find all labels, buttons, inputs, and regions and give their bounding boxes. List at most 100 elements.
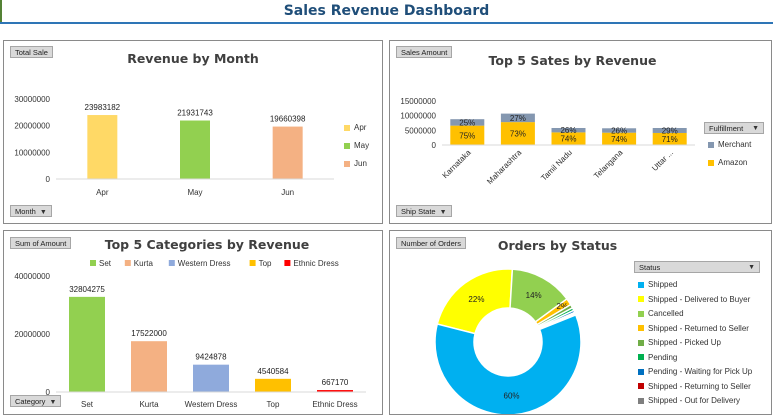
data-label-merchant-maharashtra: 27% — [510, 114, 526, 123]
month-axis-button[interactable]: Month ▼ — [10, 205, 52, 217]
legend-label-cancelled: Cancelled — [648, 309, 684, 318]
legend-label-shipped-picked-up: Shipped - Picked Up — [648, 338, 721, 347]
y-tick-label: 5000000 — [405, 126, 437, 135]
chevron-down-icon: ▼ — [748, 264, 755, 271]
legend-item-may: May — [344, 141, 369, 150]
y-tick-label: 15000000 — [400, 97, 436, 106]
data-label-merchant-telangana: 26% — [611, 126, 627, 135]
bar-kurta — [131, 341, 167, 392]
legend-swatch-amazon — [708, 159, 714, 166]
fulfillment-legend-button[interactable]: Fulfillment ▼ — [704, 122, 764, 134]
slice-label-cancelled: 14% — [526, 291, 542, 300]
legend-label-pending-waiting-for-pick-up: Pending - Waiting for Pick Up — [648, 367, 753, 376]
legend-swatch-shipped-delivered-to-buyer — [638, 296, 644, 303]
legend-label-shipped: Shipped — [648, 280, 678, 289]
bar-top — [255, 378, 291, 392]
y-tick-label: 20000000 — [14, 330, 50, 339]
legend-label-amazon: Amazon — [718, 158, 748, 167]
legend-swatch-merchant — [708, 141, 714, 148]
legend-label-shipped-delivered-to-buyer: Shipped - Delivered to Buyer — [648, 294, 751, 304]
legend-swatch-ethnic-dress — [284, 260, 291, 266]
month-axis-label: Month — [15, 207, 36, 216]
x-tick-label-telangana: Telangana — [592, 148, 625, 181]
legend-label-pending: Pending — [648, 352, 678, 362]
legend-item-apr: Apr — [344, 123, 366, 132]
legend-item-shipped-returning-to-seller: Shipped - Returning to Seller — [638, 382, 751, 391]
status-legend-button[interactable]: Status ▼ — [634, 261, 760, 273]
x-tick-label-may: May — [187, 188, 202, 197]
legend-swatch-shipped-out-for-delivery — [638, 397, 644, 404]
legend-swatch-shipped — [638, 281, 644, 288]
top-categories-chart: 02000000040000000Set Kurta Western Dress To… — [14, 259, 366, 409]
x-tick-label-jun: Jun — [281, 188, 294, 197]
legend-swatch-shipped-returned-to-seller — [638, 325, 644, 332]
x-tick-label-western-dress: Western Dress — [185, 400, 238, 409]
legend-label-ethnic-dress: Ethnic Dress — [293, 259, 338, 268]
legend-item-pending-waiting-for-pick-up: Pending - Waiting for Pick Up — [638, 367, 752, 376]
status-legend-title: Status — [639, 263, 661, 272]
legend-label-top: Top — [259, 259, 272, 268]
legend-swatch-set — [90, 260, 96, 266]
chevron-down-icon: ▼ — [39, 209, 47, 216]
data-label-ethnic-dress: 667170 — [322, 378, 349, 387]
legend-label-merchant: Merchant — [718, 140, 752, 149]
data-label-apr: 23983182 — [85, 103, 121, 112]
legend-label-shipped-returned-to-seller: Shipped - Returned to Seller — [648, 323, 749, 333]
orders-by-status-panel: Number of Orders Orders by Status 22% 14%… — [389, 230, 772, 415]
top-categories-panel: Sum of Amount Top 5 Categories by Revenu… — [3, 230, 383, 415]
legend-label-shipped-returning-to-seller: Shipped - Returning to Seller — [648, 381, 751, 391]
y-tick-label: 0 — [432, 141, 437, 150]
x-tick-label-ethnic-dress: Ethnic Dress — [312, 400, 357, 409]
bar-may — [180, 120, 210, 179]
data-label-amazon-karnataka: 75% — [459, 131, 475, 140]
x-tick-label-set: Set — [81, 400, 94, 409]
legend-item-cancelled: Cancelled — [638, 309, 684, 318]
x-tick-label-apr: Apr — [96, 188, 109, 197]
legend-swatch-cancelled — [638, 310, 644, 317]
slice-label-shipped: 60% — [504, 391, 520, 400]
legend-item-shipped-returned-to-seller: Shipped - Returned to Seller — [638, 324, 749, 333]
dashboard-title: Sales Revenue Dashboard — [283, 3, 490, 19]
data-label-amazon-maharashtra: 73% — [510, 130, 526, 139]
x-tick-label-karnataka: Karnataka — [441, 148, 474, 181]
category-axis-button[interactable]: Category ▼ — [10, 395, 62, 407]
data-label-merchant-uttar: 29% — [662, 126, 678, 135]
data-label-western-dress: 9424878 — [195, 353, 227, 362]
bar-set — [69, 296, 105, 392]
legend-label-set: Set — [99, 259, 112, 268]
legend-swatch-kurta — [124, 260, 131, 266]
revenue-by-month-chart: 0 10000000 20000000 30000000 23983182 Apr 2193… — [14, 95, 334, 197]
legend-swatch-jun — [344, 160, 350, 167]
data-label-kurta: 17522000 — [131, 329, 167, 338]
legend-item-shipped: Shipped — [638, 280, 677, 289]
legend-item-pending: Pending — [638, 353, 677, 362]
slice-label-shipped-delivered-to-buyer: 22% — [468, 295, 484, 304]
legend-item-jun: Jun — [344, 159, 367, 168]
chevron-down-icon: ▼ — [752, 125, 759, 132]
data-label-amazon-telangana: 74% — [611, 135, 627, 144]
filter-icon: ▼ — [49, 399, 57, 406]
legend-label-may: May — [354, 141, 370, 150]
legend-label-apr: Apr — [354, 123, 367, 132]
legend-swatch-top — [249, 260, 256, 266]
ship-state-axis-button[interactable]: Ship State ▼ — [396, 205, 452, 217]
data-label-merchant-tamil-nadu: 26% — [560, 126, 576, 135]
legend-item-shipped-out-for-delivery: Shipped - Out for Delivery — [638, 396, 740, 405]
bar-apr — [87, 115, 118, 179]
legend-swatch-shipped-picked-up — [638, 339, 644, 346]
x-tick-label-top: Top — [267, 400, 280, 409]
data-label-top: 4540584 — [257, 367, 289, 376]
revenue-by-month-panel: Total Sale Revenue by Month 0 10000000 200… — [3, 40, 383, 224]
legend-item-amazon: Amazon — [708, 158, 747, 167]
filter-icon: ▼ — [439, 209, 447, 216]
y-tick-label: 40000000 — [14, 272, 50, 281]
data-label-may: 21931743 — [177, 109, 213, 118]
bar-jun — [272, 126, 303, 179]
data-label-amazon-uttar: 71% — [662, 135, 678, 144]
legend-swatch-western-dress — [168, 260, 175, 266]
x-tick-label-uttar: Uttar ... — [650, 148, 675, 173]
x-tick-label-tamil-nadu: Tamil Nadu — [539, 148, 574, 183]
y-tick-label: 20000000 — [14, 122, 50, 131]
y-tick-label: 10000000 — [14, 148, 50, 157]
top-states-panel: Sales Amount Top 5 Sates by Revenue 0 500… — [389, 40, 772, 224]
